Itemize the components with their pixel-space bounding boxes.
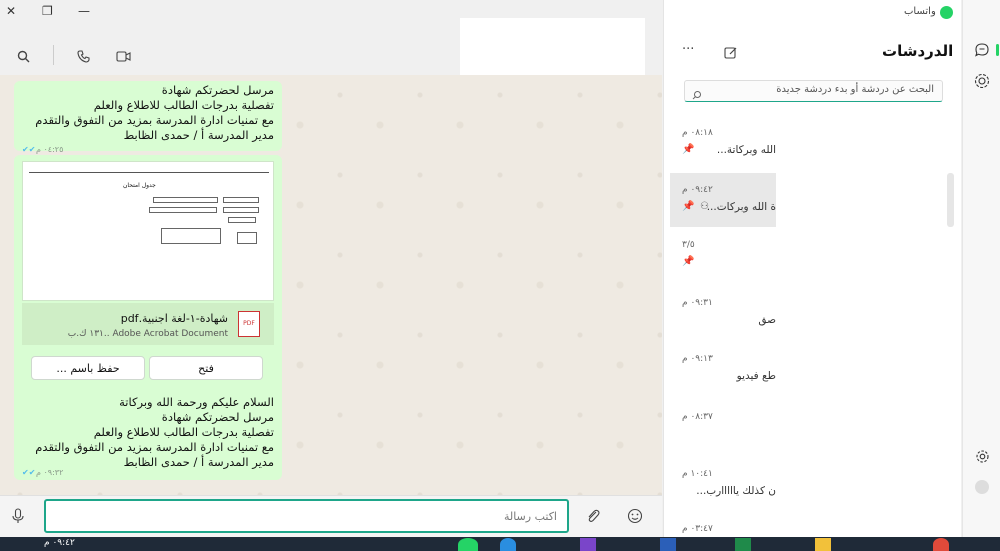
chat-preview: ة الله وبركات... xyxy=(706,201,776,213)
taskbar-clock: ٠٩:٤٢ م xyxy=(44,538,75,548)
chat-list-item[interactable]: ٠٣:٤٧ م xyxy=(670,522,776,537)
chat-header xyxy=(0,35,660,75)
word-taskbar-icon[interactable] xyxy=(660,538,676,551)
message-line: السلام عليكم ورحمة الله وبركاتة xyxy=(119,395,274,409)
open-document-button[interactable]: فتح xyxy=(149,356,263,380)
preview-table xyxy=(237,232,257,244)
message-line: مدير المدرسة أ / حمدى الظابط xyxy=(123,128,274,142)
panel-title: الدردشات xyxy=(882,42,954,60)
chat-time: ١٠:٤١ م xyxy=(682,469,713,479)
document-info[interactable]: PDF شهادة-١-لغة اجنبية.pdf ١٣١ ك.ب.. Ado… xyxy=(22,303,274,345)
preview-table xyxy=(161,228,221,244)
message-line: مع تمنيات ادارة المدرسة بمزيد من التفوق … xyxy=(35,113,274,127)
chat-list-item[interactable]: ١٠:٤١ م ن كذلك يااااارب... xyxy=(670,467,776,522)
avatar[interactable] xyxy=(975,480,989,494)
message-input[interactable]: اكتب رسالة xyxy=(44,499,569,533)
chat-time: ٠٩:١٣ م xyxy=(682,354,713,364)
preview-field xyxy=(223,197,259,203)
file-explorer-taskbar-icon[interactable] xyxy=(815,538,831,551)
message-composer: اكتب رسالة xyxy=(0,495,662,537)
message-line: تفصلية بدرجات الطالب للاطلاع والعلم xyxy=(93,98,274,112)
app-title: واتساب xyxy=(904,6,936,17)
message-line: مع تمنيات ادارة المدرسة بمزيد من التفوق … xyxy=(35,440,274,454)
chat-time: ٠٩:٤٢ م xyxy=(682,185,713,195)
new-chat-icon[interactable] xyxy=(724,45,738,64)
settings-icon[interactable] xyxy=(975,449,990,468)
message-bubble: مرسل لحضرتكم شهادة تفصلية بدرجات الطالب … xyxy=(14,81,282,154)
chats-icon[interactable] xyxy=(974,42,990,62)
chat-list-item[interactable]: ٠٩:٣١ م صق xyxy=(670,296,776,351)
chat-time: ٠٣:٤٧ م xyxy=(682,524,713,534)
message-input-placeholder: اكتب رسالة xyxy=(503,509,557,523)
chat-preview: طع فيديو xyxy=(736,370,776,382)
emoji-icon[interactable] xyxy=(627,508,643,528)
visual-studio-taskbar-icon[interactable] xyxy=(580,538,596,551)
active-indicator xyxy=(996,44,999,56)
read-receipt-icon: ✔✔ xyxy=(22,468,36,477)
chat-time: ٣/٥ xyxy=(682,240,695,250)
minimize-window-button[interactable]: — xyxy=(78,4,90,18)
chat-list-item[interactable]: ٠٩:١٣ م طع فيديو xyxy=(670,352,776,407)
search-icon xyxy=(692,85,702,104)
chat-search-input[interactable]: البحث عن دردشة أو بدء دردشة جديدة xyxy=(684,80,943,102)
navigation-rail xyxy=(962,0,1000,537)
divider xyxy=(53,45,54,65)
pin-icon: 📌 xyxy=(682,144,695,155)
chrome-taskbar-icon[interactable] xyxy=(933,538,949,551)
preview-field xyxy=(223,207,259,213)
preview-field xyxy=(149,207,217,213)
chat-list-item-selected[interactable]: ٠٩:٤٢ م ة الله وبركات... 📌 ⚇ xyxy=(670,173,776,227)
chat-list-item[interactable]: ٠٨:٣٧ م xyxy=(670,410,776,465)
video-icon[interactable] xyxy=(114,47,132,65)
excel-taskbar-icon[interactable] xyxy=(735,538,751,551)
message-line: تفصلية بدرجات الطالب للاطلاع والعلم xyxy=(93,425,274,439)
preview-field xyxy=(228,217,256,223)
muted-icon: ⚇ xyxy=(700,201,709,212)
document-meta: ١٣١ ك.ب.. Adobe Acrobat Document xyxy=(67,329,228,339)
close-window-button[interactable]: ✕ xyxy=(6,4,16,18)
scrollbar[interactable] xyxy=(947,173,954,227)
preview-title: جدول امتحان xyxy=(123,182,156,189)
chat-time: ٠٨:٣٧ م xyxy=(682,412,713,422)
pin-icon: 📌 xyxy=(682,256,695,267)
restore-window-button[interactable]: ❐ xyxy=(42,4,53,18)
message-line: مرسل لحضرتكم شهادة xyxy=(161,410,274,424)
search-icon[interactable] xyxy=(14,47,32,65)
save-as-button[interactable]: حفظ باسم ... xyxy=(31,356,145,380)
message-line: مرسل لحضرتكم شهادة xyxy=(161,83,274,97)
taskbar: ٠٩:٤٢ م xyxy=(0,537,1000,551)
chat-search-placeholder: البحث عن دردشة أو بدء دردشة جديدة xyxy=(776,84,934,95)
microphone-icon[interactable] xyxy=(11,508,25,528)
chat-preview: الله وبركاتة... xyxy=(716,144,776,156)
chat-list-item[interactable]: ٣/٥ 📌 xyxy=(670,238,776,293)
message-time: ٠٩:٣٢ م xyxy=(36,468,64,477)
message-area[interactable]: مرسل لحضرتكم شهادة تفصلية بدرجات الطالب … xyxy=(0,75,662,495)
pin-icon: 📌 xyxy=(682,201,695,212)
edge-taskbar-icon[interactable] xyxy=(500,538,516,551)
message-bubble: السلام عليكم ورحمة الله وبركاتة مرسل لحض… xyxy=(14,395,282,477)
whatsapp-logo-icon xyxy=(940,6,953,19)
phone-icon[interactable] xyxy=(74,47,92,65)
chat-time: ٠٨:١٨ م xyxy=(682,128,713,138)
status-icon[interactable] xyxy=(974,73,990,93)
preview-field xyxy=(153,197,218,203)
chat-time: ٠٩:٣١ م xyxy=(682,298,713,308)
attach-icon[interactable] xyxy=(586,508,600,528)
chat-preview: صق xyxy=(758,314,776,326)
divider xyxy=(29,172,269,173)
document-preview[interactable]: جدول امتحان xyxy=(22,161,274,301)
more-options-icon[interactable]: ··· xyxy=(682,42,694,57)
whatsapp-taskbar-icon[interactable] xyxy=(458,538,478,551)
chat-preview: ن كذلك يااااارب... xyxy=(696,485,776,497)
document-filename: شهادة-١-لغة اجنبية.pdf xyxy=(120,312,228,325)
pdf-icon: PDF xyxy=(238,311,260,337)
